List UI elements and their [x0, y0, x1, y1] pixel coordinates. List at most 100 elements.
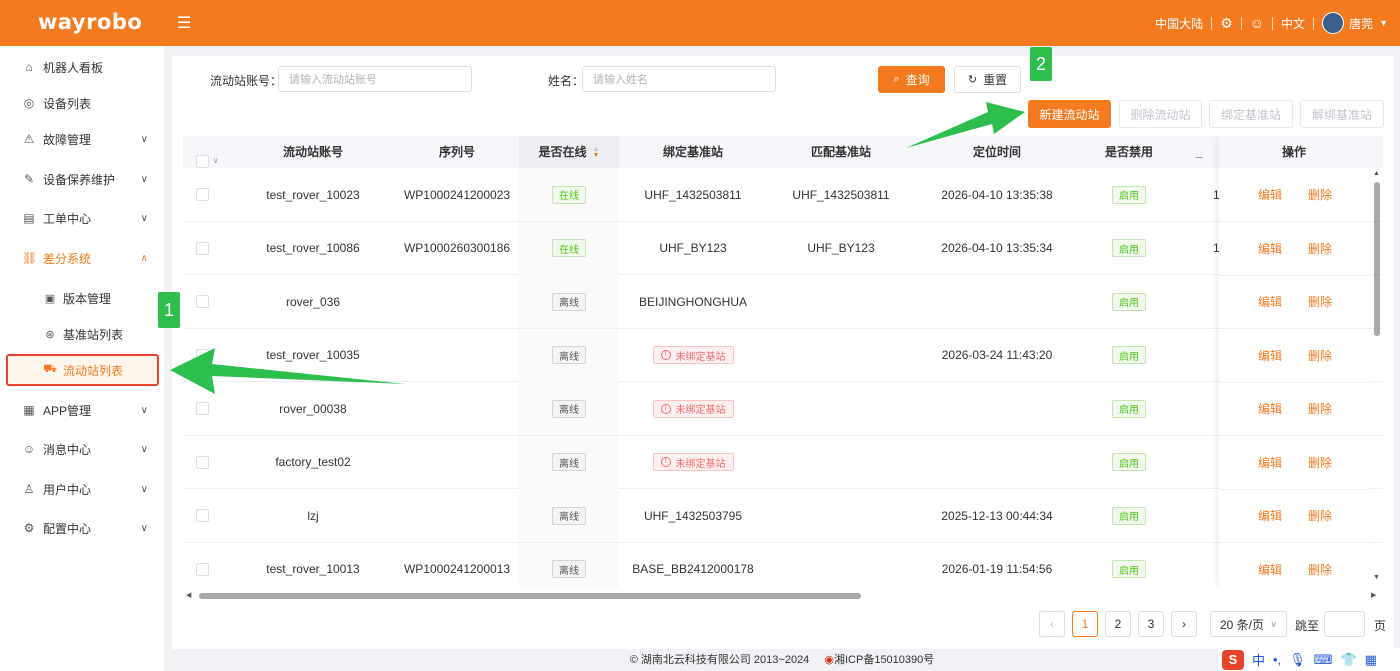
sidebar-subitem-0[interactable]: ▣ 版本管理 — [0, 282, 164, 314]
page-size-select[interactable]: 20 条/页 ∨ — [1210, 611, 1287, 637]
select-all-header[interactable]: ∨ — [183, 136, 231, 168]
delete-link[interactable]: 删除 — [1308, 186, 1332, 203]
query-button[interactable]: ⌕ 查询 — [878, 66, 945, 93]
sidebar-item-6[interactable]: ▦ APP管理 ∨ — [0, 392, 164, 428]
cell-match — [767, 436, 915, 489]
ime-language[interactable]: 中 — [1252, 650, 1265, 669]
ime-punct-icon[interactable]: •, — [1273, 652, 1281, 667]
horizontal-scrollbar[interactable]: ◀ ▶ — [183, 590, 1383, 602]
menu-toggle-icon[interactable]: ☰ — [177, 13, 191, 33]
status-badge: 在线 — [552, 239, 586, 257]
delete-link[interactable]: 删除 — [1308, 347, 1332, 364]
header-online[interactable]: 是否在线 ▲ ▼ — [519, 136, 619, 168]
row-checkbox[interactable] — [196, 455, 209, 469]
language-selector[interactable]: 中文 — [1281, 15, 1305, 32]
cell-time: 2026-01-19 11:54:56 — [941, 562, 1053, 576]
sidebar-item-2[interactable]: ⚠ 故障管理 ∨ — [0, 121, 164, 157]
sidebar-item-4[interactable]: ▤ 工单中心 ∨ — [0, 200, 164, 236]
sidebar-item-0[interactable]: ⌂ 机器人看板 — [0, 49, 164, 85]
scroll-thumb[interactable] — [1374, 182, 1380, 336]
sidebar-item-5[interactable]: ⛓ 差分系统 ∧ — [0, 240, 164, 276]
chevron-down-icon[interactable]: ▼ — [1379, 18, 1388, 28]
page-button-3[interactable]: 3 — [1138, 611, 1164, 637]
table-row[interactable]: lzj 离线 UHF_1432503795 2025-12-13 00:44:34 启用 — [183, 489, 1383, 543]
delete-link[interactable]: 删除 — [1308, 240, 1332, 257]
vertical-scrollbar[interactable]: ▲ ▼ — [1372, 170, 1382, 584]
sidebar-item-7[interactable]: ☺ 消息中心 ∨ — [0, 431, 164, 467]
chevron-down-icon[interactable]: ∨ — [141, 484, 148, 495]
cell-account: test_rover_10023 — [266, 187, 360, 202]
table-row[interactable]: factory_test02 离线! 未绑定基站 启用 — [183, 435, 1383, 489]
sidebar-item-3[interactable]: ✎ 设备保养维护 ∨ — [0, 161, 164, 197]
chevron-down-icon[interactable]: ∨ — [141, 444, 148, 455]
name-input[interactable]: 请输入姓名 — [582, 66, 776, 92]
sidebar-subitem-2[interactable]: ⛟ 流动站列表 — [6, 354, 159, 386]
bind-base-button[interactable]: 绑定基准站 — [1209, 100, 1293, 128]
sort-icon[interactable]: ▲ ▼ — [593, 146, 600, 159]
delete-link[interactable]: 删除 — [1308, 507, 1332, 524]
chevron-down-icon[interactable]: ∨ — [141, 213, 148, 224]
sidebar-item-1[interactable]: ◎ 设备列表 — [0, 85, 164, 121]
account-input[interactable]: 请输入流动站账号 — [278, 66, 472, 92]
row-checkbox[interactable] — [196, 402, 209, 415]
delete-link[interactable]: 删除 — [1308, 454, 1332, 471]
warning-icon: ! — [660, 403, 671, 414]
row-checkbox[interactable] — [196, 241, 209, 255]
chevron-down-icon[interactable]: ∨ — [141, 405, 148, 416]
region-selector[interactable]: 中国大陆 — [1155, 15, 1203, 32]
edit-link[interactable]: 编辑 — [1258, 240, 1282, 257]
scroll-up-icon[interactable]: ▲ — [1373, 170, 1380, 177]
sidebar-subitem-1[interactable]: ⊛ 基准站列表 — [0, 318, 164, 350]
next-page-button[interactable]: › — [1171, 611, 1197, 637]
table-row[interactable]: test_rover_10086 WP1000260300186 在线 UHF_BY1… — [183, 221, 1383, 275]
scroll-right-icon[interactable]: ▶ — [1371, 591, 1376, 599]
goto-page-input[interactable] — [1324, 611, 1365, 637]
new-rover-button[interactable]: 新建流动站 — [1028, 100, 1111, 128]
edit-link[interactable]: 编辑 — [1258, 400, 1282, 417]
row-checkbox[interactable] — [196, 562, 209, 576]
row-checkbox[interactable] — [196, 295, 209, 308]
page-button-1[interactable]: 1 — [1072, 611, 1098, 637]
gear-icon[interactable]: ⚙ — [1220, 15, 1233, 32]
operation-column: 操作 编辑 删除 编辑 删除 编辑 删除 编辑 删除 编辑 删除 编辑 删除 编辑 删除 编辑 删除 — [1219, 136, 1369, 588]
delete-link[interactable]: 删除 — [1308, 400, 1332, 417]
unbind-base-button[interactable]: 解绑基准站 — [1300, 100, 1384, 128]
message-icon[interactable]: ☺ — [1250, 15, 1264, 31]
microphone-icon[interactable]: 🎙 — [1289, 652, 1306, 668]
reset-button[interactable]: ↻ 重置 — [954, 66, 1021, 93]
delete-link[interactable]: 删除 — [1308, 561, 1332, 578]
delete-link[interactable]: 删除 — [1308, 293, 1332, 310]
scroll-left-icon[interactable]: ◀ — [186, 591, 191, 599]
edit-link[interactable]: 编辑 — [1258, 454, 1282, 471]
chevron-down-icon[interactable]: ∨ — [141, 134, 148, 145]
shirt-icon[interactable]: 👕 — [1340, 652, 1356, 668]
chevron-down-icon[interactable]: ∨ — [141, 174, 148, 185]
chevron-up-icon[interactable]: ∧ — [141, 253, 148, 264]
avatar[interactable] — [1322, 12, 1345, 34]
chevron-down-icon[interactable]: ∨ — [141, 523, 148, 534]
icp-link[interactable]: 湘ICP备15010390号 — [834, 654, 934, 666]
prev-page-button[interactable]: ‹ — [1039, 611, 1065, 637]
row-checkbox[interactable] — [196, 509, 209, 522]
delete-rover-button[interactable]: 删除流动站 — [1119, 100, 1202, 128]
ime-logo[interactable]: S — [1222, 649, 1244, 670]
scroll-thumb[interactable] — [199, 593, 861, 599]
keyboard-icon[interactable]: ⌨ — [1314, 652, 1333, 668]
scroll-down-icon[interactable]: ▼ — [1373, 574, 1380, 581]
enabled-badge: 启用 — [1112, 346, 1146, 364]
edit-link[interactable]: 编辑 — [1258, 561, 1282, 578]
edit-link[interactable]: 编辑 — [1258, 186, 1282, 203]
table-row[interactable]: test_rover_10023 WP1000241200023 在线 UHF_143… — [183, 168, 1383, 222]
username[interactable]: 唐莞 — [1349, 15, 1373, 32]
edit-link[interactable]: 编辑 — [1258, 507, 1282, 524]
edit-link[interactable]: 编辑 — [1258, 293, 1282, 310]
sidebar-item-9[interactable]: ⚙ 配置中心 ∨ — [0, 510, 164, 546]
edit-link[interactable]: 编辑 — [1258, 347, 1282, 364]
row-checkbox[interactable] — [196, 188, 209, 201]
table-row[interactable]: rover_036 离线 BEIJINGHONGHUA 启用 — [183, 275, 1383, 329]
page-button-2[interactable]: 2 — [1105, 611, 1131, 637]
select-all-checkbox[interactable] — [195, 154, 209, 168]
sidebar-item-8[interactable]: ♙ 用户中心 ∨ — [0, 471, 164, 507]
table-row[interactable]: test_rover_10013 WP1000241200013 离线 BASE_BB… — [183, 542, 1383, 588]
grid-icon[interactable]: ▦ — [1365, 652, 1377, 668]
